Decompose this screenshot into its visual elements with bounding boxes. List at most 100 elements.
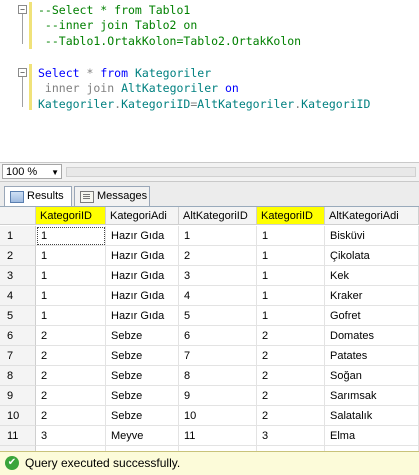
code-line: --Select * from Tablo1 bbox=[38, 3, 190, 18]
grid-cell[interactable]: 1 bbox=[36, 226, 106, 246]
grid-cell[interactable]: Sarımsak bbox=[325, 386, 419, 406]
grid-cell[interactable]: 11 bbox=[179, 426, 257, 446]
code-token: from bbox=[100, 66, 129, 80]
grid-cell[interactable]: 2 bbox=[179, 246, 257, 266]
grid-cell[interactable]: Bisküvi bbox=[325, 226, 419, 246]
code-token: Kategoriler bbox=[38, 97, 115, 111]
grid-cell[interactable]: 3 bbox=[36, 426, 106, 446]
grid-cell[interactable]: 1 bbox=[257, 306, 325, 326]
grid-cell[interactable]: Kek bbox=[325, 266, 419, 286]
column-header[interactable]: KategoriAdi bbox=[106, 207, 179, 225]
grid-cell[interactable]: 10 bbox=[179, 406, 257, 426]
grid-cell[interactable]: Patates bbox=[325, 346, 419, 366]
results-grid[interactable]: KategoriID KategoriAdi AltKategoriID Katego… bbox=[0, 207, 419, 451]
grid-cell[interactable]: Soğan bbox=[325, 366, 419, 386]
grid-cell[interactable]: 3 bbox=[257, 426, 325, 446]
row-number[interactable]: 5 bbox=[0, 306, 36, 326]
grid-cell[interactable]: 1 bbox=[257, 246, 325, 266]
code-token: AltKategoriler bbox=[121, 81, 219, 95]
row-number[interactable]: 1 bbox=[0, 226, 36, 246]
chevron-down-icon: ▼ bbox=[51, 168, 59, 177]
collapse-toggle-icon[interactable]: − bbox=[18, 5, 27, 14]
column-header[interactable]: AltKategoriID bbox=[179, 207, 257, 225]
grid-cell[interactable]: 2 bbox=[257, 326, 325, 346]
grid-cell[interactable]: 2 bbox=[36, 406, 106, 426]
grid-cell[interactable]: Sebze bbox=[106, 386, 179, 406]
grid-cell[interactable]: Sebze bbox=[106, 406, 179, 426]
grid-cell[interactable]: 1 bbox=[257, 226, 325, 246]
query-editor[interactable]: − − --Select * from Tablo1 --inner join … bbox=[0, 0, 419, 163]
grid-cell[interactable]: Hazır Gıda bbox=[106, 266, 179, 286]
grid-corner[interactable] bbox=[0, 207, 36, 225]
code-token: --inner join Tablo2 on bbox=[38, 18, 198, 32]
row-number[interactable]: 6 bbox=[0, 326, 36, 346]
grid-cell[interactable]: Hazır Gıda bbox=[106, 226, 179, 246]
grid-cell[interactable]: 1 bbox=[179, 226, 257, 246]
grid-cell[interactable]: 2 bbox=[36, 386, 106, 406]
grid-cell[interactable]: Çikolata bbox=[325, 246, 419, 266]
column-header[interactable]: KategoriID bbox=[36, 207, 106, 225]
grid-cell[interactable]: 1 bbox=[257, 266, 325, 286]
row-number[interactable]: 11 bbox=[0, 426, 36, 446]
grid-cell[interactable]: 2 bbox=[36, 346, 106, 366]
changed-lines-marker bbox=[29, 2, 32, 49]
grid-cell[interactable]: 2 bbox=[257, 346, 325, 366]
column-header[interactable]: KategoriID bbox=[257, 207, 325, 225]
horizontal-scrollbar[interactable] bbox=[66, 167, 416, 177]
grid-cell[interactable]: Elma bbox=[325, 426, 419, 446]
grid-cell[interactable]: 5 bbox=[179, 306, 257, 326]
grid-icon bbox=[10, 191, 24, 203]
row-number[interactable]: 4 bbox=[0, 286, 36, 306]
code-line: --inner join Tablo2 on bbox=[38, 18, 197, 33]
zoom-value: 100 % bbox=[6, 166, 38, 178]
row-number[interactable]: 10 bbox=[0, 406, 36, 426]
zoom-select[interactable]: 100 % ▼ bbox=[2, 164, 62, 179]
column-header[interactable]: AltKategoriAdi bbox=[325, 207, 419, 225]
grid-cell[interactable]: Kraker bbox=[325, 286, 419, 306]
results-tabbar: Results Messages bbox=[0, 182, 419, 207]
grid-cell[interactable]: Hazır Gıda bbox=[106, 286, 179, 306]
grid-cell[interactable]: 1 bbox=[36, 246, 106, 266]
code-token: KategoriID bbox=[121, 97, 191, 111]
grid-cell[interactable]: Meyve bbox=[106, 426, 179, 446]
code-token: on bbox=[224, 81, 239, 95]
grid-cell[interactable]: 2 bbox=[36, 326, 106, 346]
grid-cell[interactable]: 6 bbox=[179, 326, 257, 346]
grid-cell[interactable]: Sebze bbox=[106, 366, 179, 386]
code-line: Select * from Kategoriler bbox=[38, 66, 211, 81]
grid-cell[interactable]: Sebze bbox=[106, 326, 179, 346]
grid-cell[interactable]: 1 bbox=[36, 286, 106, 306]
code-token: KategoriID bbox=[301, 97, 371, 111]
grid-cell[interactable]: 2 bbox=[257, 366, 325, 386]
check-icon: ✔ bbox=[5, 456, 19, 470]
collapse-toggle-icon[interactable]: − bbox=[18, 68, 27, 77]
code-line: Kategoriler.KategoriID=AltKategoriler.Ka… bbox=[38, 97, 370, 112]
grid-cell[interactable]: Hazır Gıda bbox=[106, 306, 179, 326]
grid-cell[interactable]: 8 bbox=[179, 366, 257, 386]
row-number[interactable]: 3 bbox=[0, 266, 36, 286]
grid-cell[interactable]: Salatalık bbox=[325, 406, 419, 426]
grid-cell[interactable]: 3 bbox=[179, 266, 257, 286]
grid-cell[interactable]: 2 bbox=[257, 406, 325, 426]
grid-cell[interactable]: 1 bbox=[36, 266, 106, 286]
grid-cell[interactable]: 2 bbox=[36, 366, 106, 386]
tab-messages[interactable]: Messages bbox=[74, 186, 150, 206]
row-number[interactable]: 2 bbox=[0, 246, 36, 266]
row-number[interactable]: 7 bbox=[0, 346, 36, 366]
grid-cell[interactable]: 7 bbox=[179, 346, 257, 366]
row-number[interactable]: 8 bbox=[0, 366, 36, 386]
grid-cell[interactable]: Domates bbox=[325, 326, 419, 346]
grid-cell[interactable]: 4 bbox=[179, 286, 257, 306]
grid-cell[interactable]: 2 bbox=[257, 386, 325, 406]
grid-cell[interactable]: Gofret bbox=[325, 306, 419, 326]
grid-cell[interactable]: 1 bbox=[257, 286, 325, 306]
grid-cell[interactable]: 9 bbox=[179, 386, 257, 406]
row-number[interactable]: 9 bbox=[0, 386, 36, 406]
grid-cell[interactable]: 1 bbox=[36, 306, 106, 326]
grid-cell[interactable]: Sebze bbox=[106, 346, 179, 366]
tab-results[interactable]: Results bbox=[4, 186, 72, 206]
grid-cell[interactable]: Hazır Gıda bbox=[106, 246, 179, 266]
code-line: inner join AltKategoriler on bbox=[38, 81, 239, 96]
